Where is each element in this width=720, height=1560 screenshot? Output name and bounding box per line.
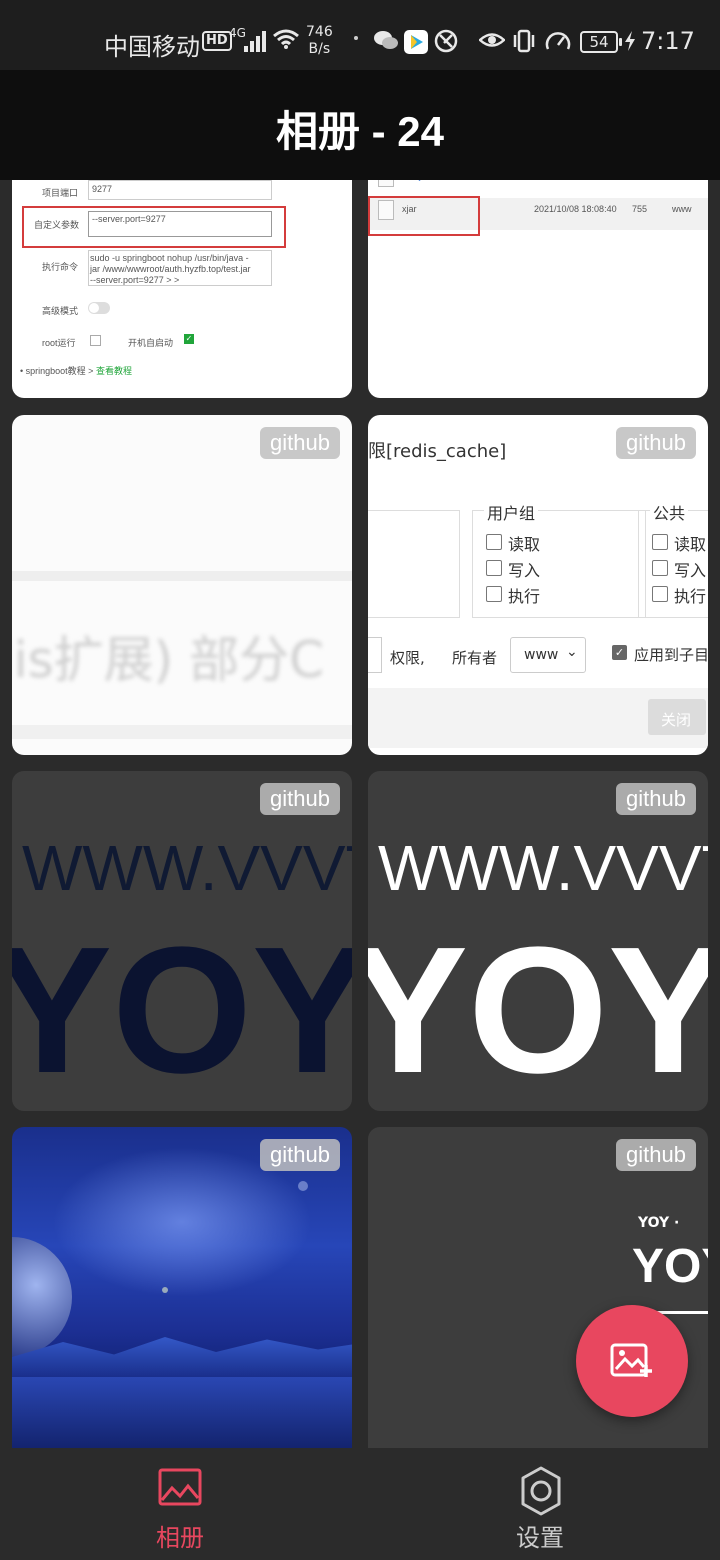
- add-photo-button[interactable]: [576, 1305, 688, 1417]
- charging-icon: [625, 31, 635, 51]
- add-image-icon: [610, 1343, 652, 1377]
- bottom-nav: 相册 设置: [0, 1448, 720, 1560]
- file-date: 2021/10/08 18:08:40: [534, 204, 617, 214]
- status-bar: 中国移动 HD 4G 746 B/s 54 7:17: [0, 0, 720, 70]
- carrier-name: 中国移动: [104, 33, 200, 61]
- page-title: 相册 - 24: [275, 108, 445, 155]
- net-speed: 746 B/s: [306, 24, 333, 57]
- label-params: 自定义参数: [34, 220, 80, 230]
- file-perm: 755: [632, 180, 647, 181]
- hd-icon: HD: [202, 31, 232, 51]
- photo-card[interactable]: WWW.VVVT YOY- github: [12, 771, 352, 1111]
- label-advanced: 高级模式: [42, 306, 79, 316]
- label-cmd: 执行命令: [42, 262, 79, 272]
- params-value: --server.port=9277: [92, 214, 166, 224]
- photo-card[interactable]: dis扩展) 部分C github: [12, 415, 352, 755]
- separator-dot: [354, 36, 358, 40]
- photo-card[interactable]: 限[redis_cache] 用户组 公共 读取 写入 执行 读取 写入 执行 …: [368, 415, 708, 755]
- photo-card[interactable]: 项目端口 9277 自定义参数 --server.port=9277 执行命令 …: [12, 180, 352, 398]
- wechat-icon: [374, 31, 398, 49]
- nav-settings-label: 设置: [516, 1524, 564, 1552]
- file-icon: [378, 180, 394, 187]
- image-icon: [158, 1468, 202, 1506]
- clock: 7:17: [641, 27, 695, 55]
- nav-album[interactable]: 相册: [0, 1448, 360, 1560]
- photo-card[interactable]: WWW.VVVT YOY- github: [368, 771, 708, 1111]
- nav-album-label: 相册: [156, 1524, 204, 1552]
- vibrate-icon: [513, 29, 535, 53]
- label-root: root运行: [42, 338, 76, 348]
- photo-grid[interactable]: 项目端口 9277 自定义参数 --server.port=9277 执行命令 …: [0, 180, 720, 1448]
- file-owner: www: [672, 180, 692, 181]
- app-header: 相册 - 24: [0, 70, 720, 180]
- nav-settings[interactable]: 设置: [360, 1448, 720, 1560]
- file-name: test.jar: [402, 180, 429, 181]
- file-date: 2021/10/08 18:08:40: [534, 180, 617, 181]
- source-badge: github: [260, 427, 340, 459]
- label-port: 项目端口: [42, 188, 79, 198]
- photo-card[interactable]: .htaccess2021/09/30 21:40:21755www.user.…: [368, 180, 708, 398]
- gear-icon: [521, 1466, 561, 1516]
- source-badge: github: [260, 783, 340, 815]
- video-app-icon: [404, 30, 428, 54]
- browser-icon: [434, 29, 458, 53]
- battery-indicator: 54: [580, 31, 622, 53]
- signal-icon: [244, 30, 268, 52]
- wifi-icon: [273, 29, 299, 49]
- speedometer-icon: [545, 32, 571, 50]
- port-value: 9277: [92, 184, 113, 194]
- file-icon: [378, 200, 394, 220]
- source-badge: github: [616, 1139, 696, 1171]
- close-button-text: 关闭: [661, 711, 692, 729]
- file-name: xjar: [402, 204, 417, 214]
- eye-comfort-icon: [479, 33, 505, 47]
- source-badge: github: [616, 783, 696, 815]
- file-perm: 755: [632, 204, 648, 214]
- source-badge: github: [616, 427, 696, 459]
- source-badge: github: [260, 1139, 340, 1171]
- photo-card[interactable]: github: [12, 1127, 352, 1448]
- file-owner: www: [672, 204, 692, 214]
- blurred-text: dis扩展) 部分C: [12, 631, 324, 689]
- label-autostart: 开机自启动: [128, 338, 174, 348]
